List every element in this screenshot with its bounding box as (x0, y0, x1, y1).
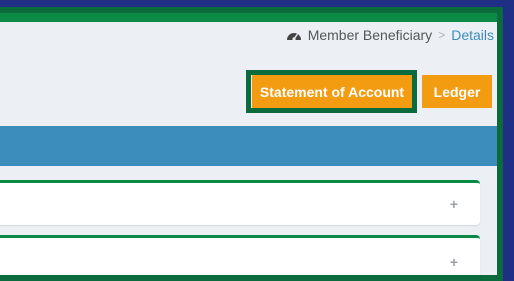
collapsible-box-2: + (0, 235, 480, 281)
breadcrumb-parent-link[interactable]: Member Beneficiary (308, 27, 433, 43)
plus-icon[interactable]: + (450, 196, 458, 212)
statement-of-account-button[interactable]: Statement of Account (252, 75, 412, 108)
breadcrumb: Member Beneficiary > Details (286, 27, 494, 43)
ledger-button[interactable]: Ledger (422, 75, 492, 108)
app-screen: Member Beneficiary > Details Statement o… (0, 0, 500, 281)
breadcrumb-separator: > (438, 28, 446, 42)
plus-icon[interactable]: + (450, 254, 458, 270)
dashboard-icon (286, 33, 301, 41)
collapsible-box-1: + (0, 180, 480, 225)
panel-header-bar (0, 126, 497, 166)
breadcrumb-current[interactable]: Details (451, 27, 494, 43)
